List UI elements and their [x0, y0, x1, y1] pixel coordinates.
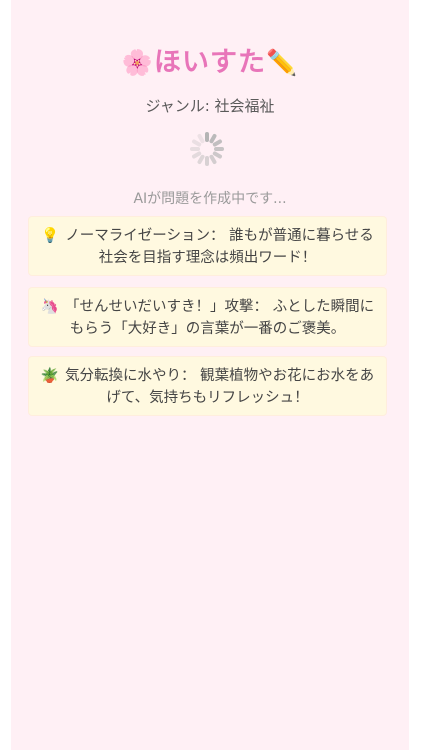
unicorn-icon: 🦄 — [40, 299, 59, 315]
loading-status-text: AIが問題を作成中です... — [133, 191, 287, 207]
app-title-text: ほいすた — [154, 47, 266, 78]
light-bulb-icon: 💡 — [41, 228, 60, 244]
tip-card: 💡 ノーマライゼーション： 誰もが普通に暮らせる社会を目指す理念は頻出ワード！ — [29, 217, 386, 275]
tip-title: 気分転換に水やり： — [64, 368, 196, 384]
potted-plant-icon: 🪴 — [40, 368, 59, 384]
cherry-blossom-icon: 🌸 — [121, 48, 154, 77]
tip-card: 🪴 気分転換に水やり： 観葉植物やお花にお水をあげて、気持ちもリフレッシュ！ — [29, 357, 386, 415]
tip-title: ノーマライゼーション： — [65, 228, 225, 244]
genre-label: ジャンル: 社会福祉 — [145, 97, 275, 115]
tip-title: 「せんせいだいすき！」攻撃： — [64, 299, 268, 315]
pencil-icon: ✏️ — [266, 48, 299, 77]
tip-card: 🦄 「せんせいだいすき！」攻撃： ふとした瞬間にもらう「大好き」の言葉が一番のご褒… — [29, 288, 386, 346]
loading-spinner-icon — [189, 131, 225, 167]
app-screen: 🌸ほいすた✏️ ジャンル: 社会福祉 AIが問題を作成中です... 💡 ノーマライ… — [11, 0, 409, 750]
app-title: 🌸ほいすた✏️ — [11, 40, 409, 79]
